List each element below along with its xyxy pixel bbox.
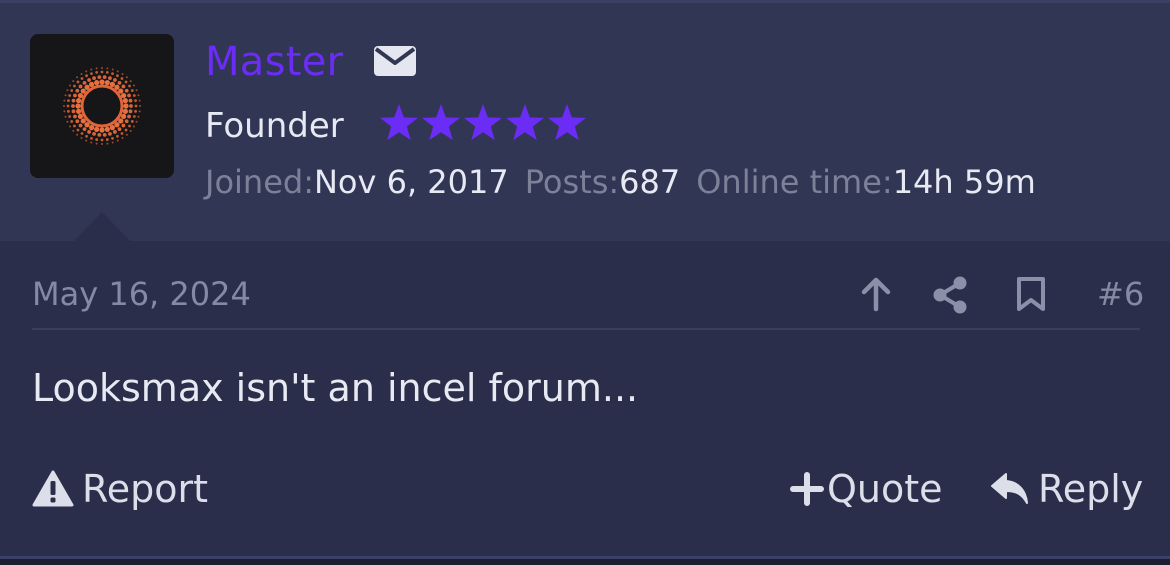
post-number-link[interactable]: #6 xyxy=(1097,274,1144,314)
reply-arrow-icon xyxy=(991,473,1028,504)
plus-icon xyxy=(790,472,824,506)
avatar[interactable] xyxy=(30,34,174,178)
post-message: Looksmax isn't an incel forum... xyxy=(32,366,639,410)
forum-post: Master Founder Joined:Nov 6, 2017 Posts:6… xyxy=(0,0,1170,565)
star-icon xyxy=(421,104,461,141)
arrow-up-icon[interactable] xyxy=(858,276,894,312)
joined-label: Joined: xyxy=(205,163,314,201)
post-date[interactable]: May 16, 2024 xyxy=(32,274,251,314)
report-button[interactable]: Report xyxy=(32,464,208,514)
bookmark-icon[interactable] xyxy=(1015,276,1047,312)
share-icon[interactable] xyxy=(932,276,968,314)
star-icon xyxy=(547,104,587,141)
reply-label: Reply xyxy=(1038,467,1144,511)
username-link[interactable]: Master xyxy=(205,36,343,88)
warning-icon xyxy=(32,470,74,507)
star-icon xyxy=(505,104,545,141)
posts-value: 687 xyxy=(619,163,681,201)
online-time-value: 14h 59m xyxy=(892,163,1036,201)
posts-label: Posts: xyxy=(524,163,620,201)
orange-dotted-ring-icon xyxy=(63,67,141,145)
joined-value: Nov 6, 2017 xyxy=(313,163,509,201)
rank-stars xyxy=(378,102,588,146)
quote-button[interactable]: Quote xyxy=(790,464,943,514)
quote-label: Quote xyxy=(827,467,943,511)
speech-caret xyxy=(74,212,130,241)
user-stats: Joined:Nov 6, 2017 Posts:687 Online time:1… xyxy=(205,160,1036,204)
star-icon xyxy=(463,104,503,141)
post-divider xyxy=(32,328,1140,330)
user-title: Founder xyxy=(205,106,344,146)
star-icon xyxy=(379,104,419,141)
report-label: Report xyxy=(82,467,208,511)
mail-icon[interactable] xyxy=(373,45,417,77)
next-post-edge xyxy=(0,559,1170,565)
reply-button[interactable]: Reply xyxy=(990,464,1143,514)
online-time-label: Online time: xyxy=(696,163,893,201)
